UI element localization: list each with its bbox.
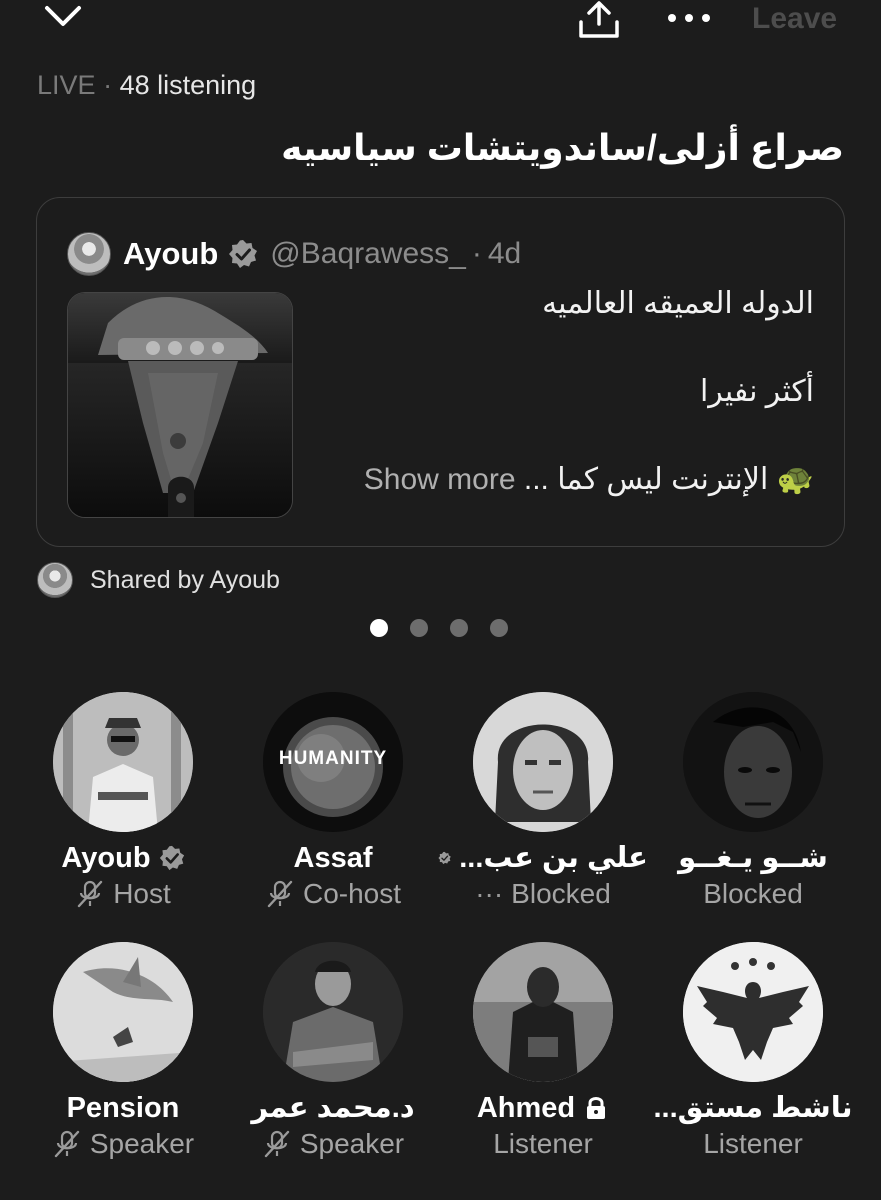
participant-ali[interactable]: علي بن عب... ··· Blocked — [438, 692, 648, 910]
participant-name: ناشط مستق... — [653, 1092, 853, 1124]
pager-dot-3[interactable] — [450, 619, 468, 637]
top-bar: Leave — [0, 0, 881, 40]
avatar — [37, 562, 73, 598]
avatar[interactable] — [473, 692, 613, 832]
mic-off-icon — [78, 880, 103, 908]
separator: · — [471, 237, 482, 270]
avatar[interactable] — [683, 692, 823, 832]
live-status: LIVE · 48 listening — [37, 68, 256, 102]
participant-name: Ahmed — [438, 1088, 648, 1128]
participant-name: Ayoub — [18, 838, 228, 878]
participant-role: Blocked — [703, 878, 803, 909]
verified-badge-icon — [229, 240, 258, 268]
live-label: LIVE — [37, 70, 96, 100]
separator: · — [103, 70, 113, 100]
avatar-portrait — [473, 942, 613, 1082]
participant-activist[interactable]: ناشط مستق... Listener — [648, 942, 858, 1160]
mic-off-icon — [267, 880, 293, 908]
avatar-text: HUMANITY — [279, 748, 387, 769]
participant-ayoub[interactable]: Ayoub Host — [18, 692, 228, 910]
show-more-link[interactable]: Show more — [364, 463, 516, 496]
participant-name: شــو يـغــو — [678, 842, 828, 874]
listener-count: 48 listening — [119, 70, 257, 100]
avatar[interactable] — [53, 942, 193, 1082]
post-image[interactable] — [67, 292, 293, 518]
shared-by: Shared by Ayoub — [37, 562, 280, 598]
avatar[interactable]: HUMANITY — [263, 692, 403, 832]
participant-role: Speaker — [18, 1128, 228, 1160]
eagle-emblem-icon — [683, 942, 823, 1082]
participant-assaf[interactable]: HUMANITY Assaf Co-host — [228, 692, 438, 910]
pager-dot-2[interactable] — [410, 619, 428, 637]
post-text-line: الدوله العميقه العالميه — [542, 287, 814, 320]
participant-pension[interactable]: Pension Speaker — [18, 942, 228, 1160]
chevron-down-icon[interactable] — [44, 2, 82, 30]
participant-role: ··· Blocked — [475, 878, 611, 910]
pager-dot-1[interactable] — [370, 619, 388, 637]
post-author[interactable]: Ayoub — [123, 236, 218, 272]
verified-badge-icon — [159, 845, 184, 871]
pinned-post-card[interactable]: Ayoub @Baqrawess_ · 4d الدوله العميقه ال… — [36, 197, 845, 547]
avatar[interactable] — [473, 942, 613, 1082]
avatar[interactable] — [263, 942, 403, 1082]
participant-shogho[interactable]: شــو يـغــو Blocked — [648, 692, 858, 910]
post-text-line: أكثر نفيرا — [699, 375, 814, 408]
pager-dot-4[interactable] — [490, 619, 508, 637]
lock-icon — [587, 1097, 606, 1119]
post-header: Ayoub @Baqrawess_ · 4d — [67, 232, 521, 276]
participant-role: Listener — [703, 1128, 803, 1159]
avatar-portrait — [53, 692, 193, 832]
participant-name: Pension — [66, 1092, 180, 1124]
avatar-humanity: HUMANITY — [263, 692, 403, 832]
participant-role: Listener — [493, 1128, 593, 1159]
avatar-shark-image — [53, 942, 193, 1082]
participant-role: Host — [18, 878, 228, 910]
avatar[interactable] — [53, 692, 193, 832]
participant-mohamed-omar[interactable]: د.محمد عمر Speaker — [228, 942, 438, 1160]
avatar-portrait — [683, 692, 823, 832]
avatar[interactable] — [67, 232, 111, 276]
participant-role: Co-host — [228, 878, 438, 910]
mic-off-icon — [54, 1130, 80, 1158]
avatar-portrait — [263, 942, 403, 1082]
iceberg-image — [68, 293, 292, 517]
verified-badge-icon — [438, 851, 451, 865]
mic-off-icon — [264, 1130, 290, 1158]
post-text-snippet: 🐢 الإنترنت ليس كما ... — [523, 463, 814, 496]
avatar-portrait — [473, 692, 613, 832]
shared-by-label: Shared by Ayoub — [90, 565, 280, 594]
share-upload-icon[interactable] — [576, 0, 622, 40]
avatar[interactable] — [683, 942, 823, 1082]
participant-name: د.محمد عمر — [251, 1092, 415, 1124]
more-horizontal-icon[interactable] — [664, 6, 714, 30]
post-text-line: 🐢 الإنترنت ليس كما ... Show more — [364, 460, 814, 500]
participant-name: علي بن عب... — [438, 838, 648, 878]
more-horizontal-icon[interactable]: ··· — [475, 878, 503, 910]
participant-ahmed[interactable]: Ahmed Listener — [438, 942, 648, 1160]
space-title: صراع أزلى/ساندويتشات سياسيه — [281, 127, 844, 168]
participant-name: Assaf — [293, 842, 373, 874]
participant-role: Speaker — [228, 1128, 438, 1160]
post-age: 4d — [487, 237, 522, 270]
pager-dots — [370, 619, 508, 637]
post-handle[interactable]: @Baqrawess_ — [270, 237, 466, 271]
leave-button[interactable]: Leave — [752, 0, 837, 38]
